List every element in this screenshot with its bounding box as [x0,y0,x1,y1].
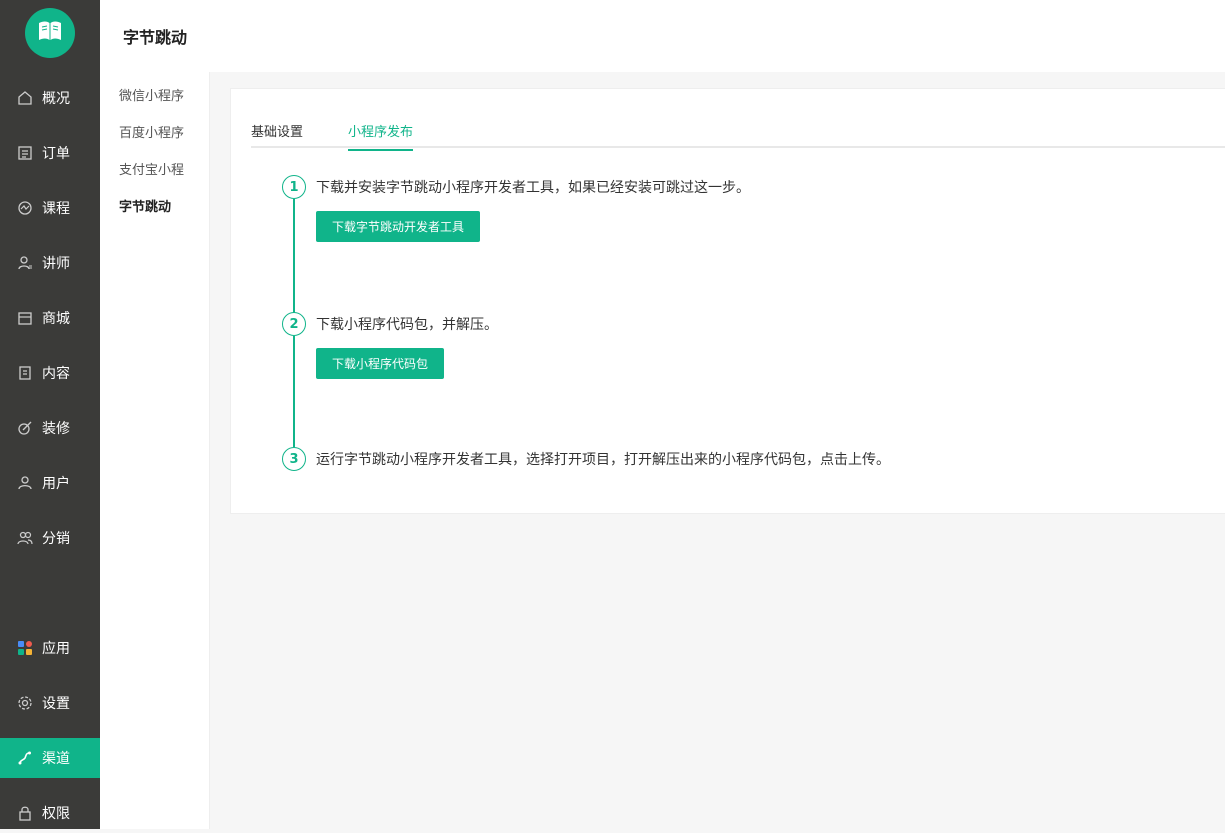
sidebar: 概况 订单 课程 讲师 商城 内容 装修 用户 分销 应用 设置 渠道 权限 [0,0,100,829]
step-connector [293,336,295,447]
sidebar-item-orders[interactable]: 订单 [0,133,100,173]
sidebar-item-mall[interactable]: 商城 [0,298,100,338]
logo[interactable] [25,8,75,58]
sidebar-item-label: 用户 [42,476,70,492]
step-connector [293,199,295,324]
sidebar-item-label: 课程 [42,201,70,217]
step-text: 运行字节跳动小程序开发者工具，选择打开项目，打开解压出来的小程序代码包，点击上传… [316,452,890,468]
tab-publish[interactable]: 小程序发布 [348,121,414,151]
lock-icon [16,804,34,822]
sidebar-item-label: 装修 [42,421,70,437]
sidebar-item-label: 渠道 [42,751,70,767]
download-package-button[interactable]: 下载小程序代码包 [316,348,445,379]
download-devtool-button[interactable]: 下载字节跳动开发者工具 [316,211,481,242]
sidebar-item-users[interactable]: 用户 [0,463,100,503]
step-number: 2 [282,312,306,336]
sidebar-item-label: 分销 [42,531,70,547]
sidebar-item-apps[interactable]: 应用 [0,628,100,668]
step-text: 下载小程序代码包，并解压。 [316,317,498,333]
sidebar-item-label: 权限 [42,806,70,822]
tab-bar: 基础设置 小程序发布 [251,115,1225,151]
page-title: 字节跳动 [123,28,188,47]
sidebar-item-decor[interactable]: 装修 [0,408,100,448]
sidebar-item-channels[interactable]: 渠道 [0,738,100,778]
user-icon [16,254,34,272]
chart-icon [16,199,34,217]
sidebar-item-label: 内容 [42,366,70,382]
sidebar-item-label: 应用 [42,641,70,657]
person-icon [16,474,34,492]
sidebar-item-overview[interactable]: 概况 [0,78,100,118]
content-card: 基础设置 小程序发布 1 下载并安装字节跳动小程序开发者工具，如果已经安装可跳过… [230,88,1225,514]
sidebar-item-settings[interactable]: 设置 [0,683,100,723]
channel-icon [16,749,34,767]
sidebar-item-label: 商城 [42,311,70,327]
book-icon [37,20,63,46]
sidebar-item-label: 设置 [42,696,70,712]
sub-navigation: 微信小程序 百度小程序 支付宝小程 字节跳动 [100,72,210,829]
sidebar-item-lecturers[interactable]: 讲师 [0,243,100,283]
gear-icon [16,694,34,712]
apps-icon [16,639,34,657]
step-number: 3 [282,447,306,471]
subnav-item-alipay[interactable]: 支付宝小程 [100,160,209,197]
sidebar-item-courses[interactable]: 课程 [0,188,100,228]
sidebar-item-permissions[interactable]: 权限 [0,793,100,833]
subnav-item-wechat[interactable]: 微信小程序 [100,86,209,123]
page-header: 字节跳动 [100,0,1225,72]
sidebar-item-label: 订单 [42,146,70,162]
sidebar-item-distribution[interactable]: 分销 [0,518,100,558]
brush-icon [16,419,34,437]
subnav-item-baidu[interactable]: 百度小程序 [100,123,209,160]
people-icon [16,529,34,547]
sidebar-item-content[interactable]: 内容 [0,353,100,393]
sidebar-item-label: 概况 [42,91,70,107]
sidebar-item-label: 讲师 [42,256,70,272]
doc-icon [16,364,34,382]
step-text: 下载并安装字节跳动小程序开发者工具，如果已经安装可跳过这一步。 [316,180,750,196]
list-icon [16,144,34,162]
step-number: 1 [282,175,306,199]
store-icon [16,309,34,327]
home-icon [16,89,34,107]
tab-basic-settings[interactable]: 基础设置 [251,121,303,149]
subnav-item-bytedance[interactable]: 字节跳动 [100,197,209,234]
